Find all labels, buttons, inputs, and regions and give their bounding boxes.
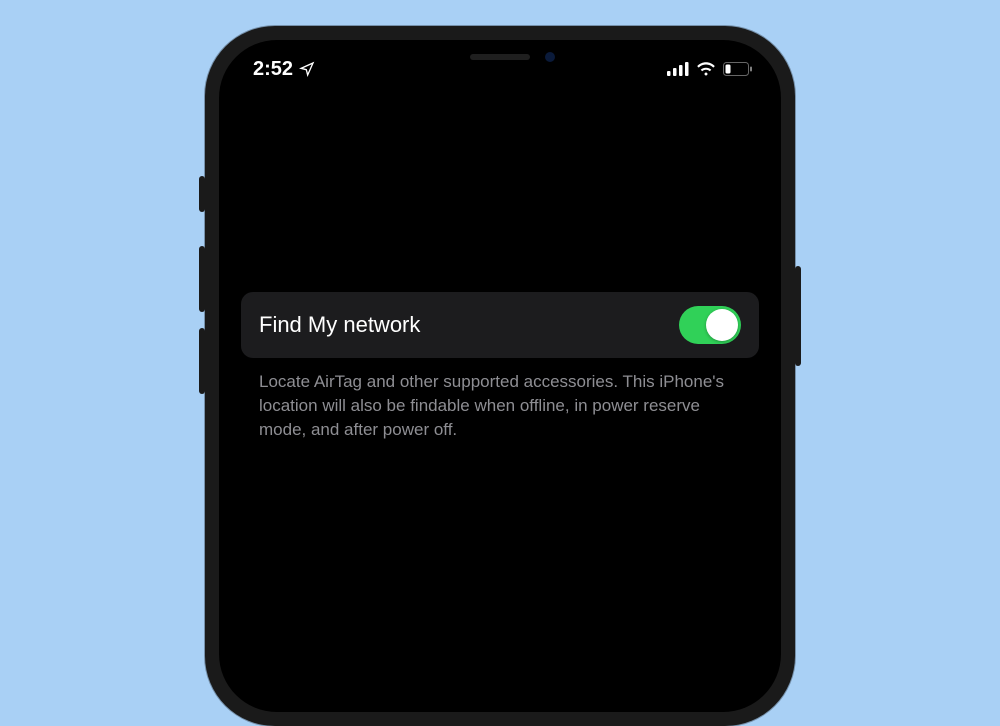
battery-icon bbox=[723, 62, 753, 76]
location-arrow-icon bbox=[299, 61, 315, 77]
phone-frame: 2:52 bbox=[205, 26, 795, 726]
status-right bbox=[667, 62, 753, 76]
volume-up-button bbox=[199, 246, 205, 312]
status-left: 2:52 bbox=[253, 58, 315, 81]
mute-switch bbox=[199, 176, 205, 212]
front-camera bbox=[545, 52, 555, 62]
volume-down-button bbox=[199, 328, 205, 394]
speaker bbox=[470, 54, 530, 60]
toggle-knob bbox=[706, 309, 738, 341]
find-my-network-toggle[interactable] bbox=[679, 306, 741, 344]
settings-content: Find My network Locate AirTag and other … bbox=[219, 86, 781, 441]
setting-description: Locate AirTag and other supported access… bbox=[241, 358, 759, 441]
setting-label: Find My network bbox=[259, 312, 420, 338]
find-my-network-row[interactable]: Find My network bbox=[241, 292, 759, 358]
wifi-icon bbox=[696, 62, 716, 76]
cellular-signal-icon bbox=[667, 62, 689, 76]
screen: 2:52 bbox=[219, 40, 781, 712]
status-time: 2:52 bbox=[253, 58, 293, 81]
notch bbox=[375, 40, 625, 74]
power-button bbox=[795, 266, 801, 366]
